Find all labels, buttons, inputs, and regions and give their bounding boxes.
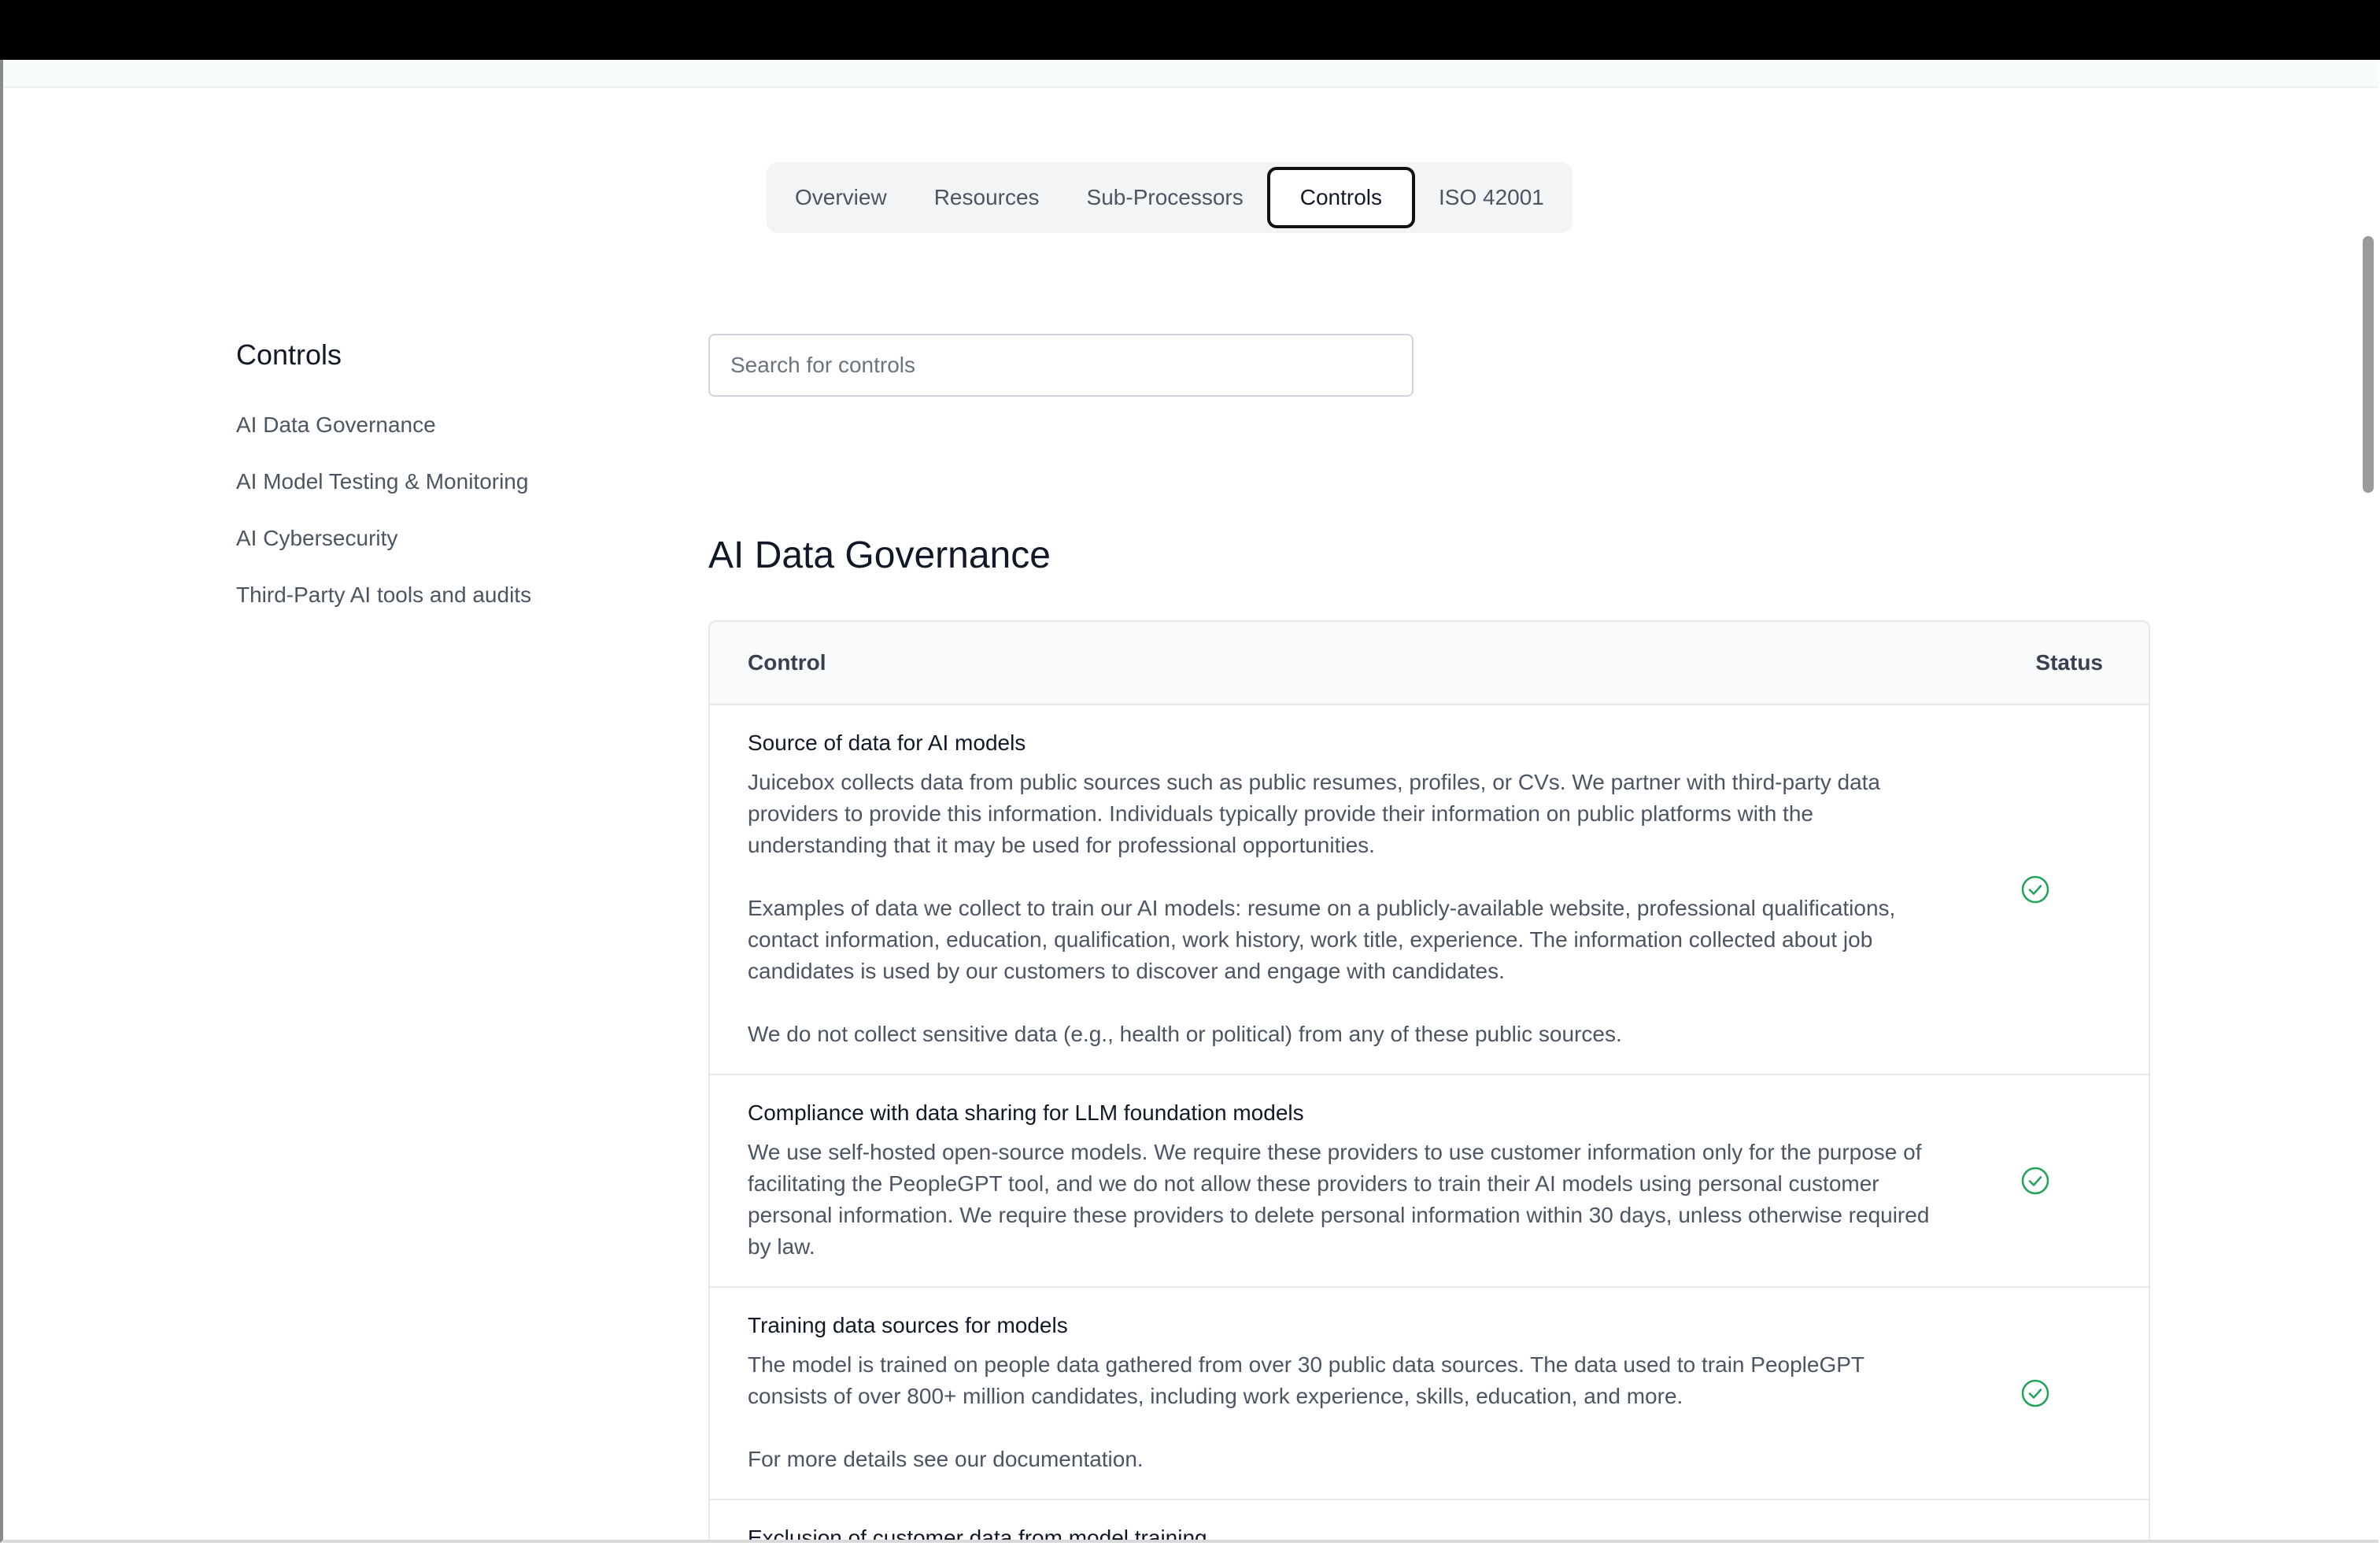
sidebar-title: Controls: [236, 338, 342, 371]
control-content: Exclusion of customer data from model tr…: [710, 1500, 1938, 1543]
table-row: Compliance with data sharing for LLM fou…: [710, 1075, 2149, 1288]
control-title: Compliance with data sharing for LLM fou…: [748, 1100, 1304, 1125]
sidebar-item-third-party-ai[interactable]: Third-Party AI tools and audits: [236, 581, 630, 609]
check-circle-icon: [2021, 1379, 2049, 1407]
tab-overview[interactable]: Overview: [771, 167, 911, 228]
control-description: We use self-hosted open-source models. W…: [748, 1137, 1938, 1263]
status-cell: [1938, 705, 2149, 1074]
header-strip: [3, 60, 2378, 88]
section-title: AI Data Governance: [708, 534, 1051, 576]
tab-controls[interactable]: Controls: [1266, 167, 1415, 228]
sidebar-item-ai-model-testing[interactable]: AI Model Testing & Monitoring: [236, 468, 630, 496]
controls-table: Control Status Source of data for AI mod…: [708, 620, 2150, 1543]
tab-sub-processors[interactable]: Sub-Processors: [1063, 167, 1267, 228]
control-content: Training data sources for models The mod…: [710, 1288, 1938, 1499]
control-title: Source of data for AI models: [748, 730, 1026, 755]
table-row: Exclusion of customer data from model tr…: [710, 1500, 2149, 1543]
column-header-control: Control: [748, 650, 826, 675]
sidebar-item-ai-cybersecurity[interactable]: AI Cybersecurity: [236, 524, 630, 553]
scrollbar-thumb[interactable]: [2363, 236, 2374, 493]
control-paragraph: We do not collect sensitive data (e.g., …: [748, 1022, 1622, 1046]
page-viewport: Overview Resources Sub-Processors Contro…: [0, 60, 2378, 1543]
check-circle-icon: [2021, 1167, 2049, 1195]
table-row: Training data sources for models The mod…: [710, 1288, 2149, 1500]
control-content: Source of data for AI models Juicebox co…: [710, 705, 1938, 1074]
control-description: Juicebox collects data from public sourc…: [748, 767, 1938, 1050]
status-cell: [1938, 1288, 2149, 1499]
control-paragraph: We use self-hosted open-source models. W…: [748, 1140, 1930, 1259]
control-description: The model is trained on people data gath…: [748, 1349, 1938, 1475]
table-row: Source of data for AI models Juicebox co…: [710, 705, 2149, 1075]
control-paragraph: Juicebox collects data from public sourc…: [748, 770, 1880, 857]
check-circle-icon: [2021, 875, 2049, 904]
control-paragraph: The model is trained on people data gath…: [748, 1352, 1864, 1408]
tab-bar: Overview Resources Sub-Processors Contro…: [767, 162, 1572, 233]
tab-resources[interactable]: Resources: [911, 167, 1063, 228]
tab-iso-42001[interactable]: ISO 42001: [1415, 167, 1568, 228]
control-title: Exclusion of customer data from model tr…: [748, 1526, 1207, 1543]
sidebar: Controls AI Data Governance AI Model Tes…: [236, 337, 630, 638]
control-content: Compliance with data sharing for LLM fou…: [710, 1075, 1938, 1286]
status-cell: [1938, 1075, 2149, 1286]
column-header-status: Status: [2035, 650, 2103, 675]
control-title: Training data sources for models: [748, 1313, 1068, 1337]
sidebar-item-ai-data-governance[interactable]: AI Data Governance: [236, 411, 630, 439]
browser-top-bar: [0, 0, 2380, 60]
main-content: AI Data Governance Control Status Source…: [708, 334, 2150, 1540]
search-input[interactable]: [708, 334, 1414, 397]
status-cell: [1938, 1500, 2149, 1540]
table-header: Control Status: [710, 622, 2149, 705]
control-paragraph: Examples of data we collect to train our…: [748, 896, 1896, 983]
control-paragraph: For more details see our documentation.: [748, 1447, 1144, 1471]
